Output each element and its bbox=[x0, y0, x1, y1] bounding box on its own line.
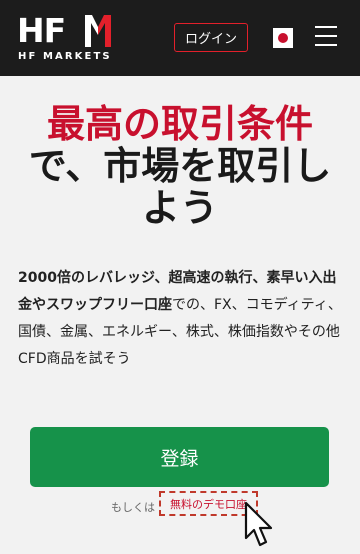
hero-line-3: よう bbox=[141, 186, 218, 230]
hamburger-menu-icon[interactable] bbox=[315, 26, 337, 48]
mouse-pointer-icon bbox=[244, 501, 273, 547]
login-button[interactable]: ログイン bbox=[174, 23, 248, 52]
or-label: もしくは bbox=[111, 501, 155, 514]
logo-letters: HF bbox=[17, 11, 66, 50]
hero-heading: 最高の取引条件 で、市場を取引し よう bbox=[0, 103, 360, 229]
flag-circle bbox=[278, 33, 288, 43]
site-header: HF HF MARKETS ログイン bbox=[0, 0, 360, 76]
menu-line bbox=[315, 44, 337, 46]
hfm-logo[interactable]: HF HF MARKETS bbox=[17, 14, 127, 64]
hero-line-2: で、市場を取引し bbox=[28, 144, 332, 188]
logo-mark: HF bbox=[17, 11, 66, 50]
logo-m-icon bbox=[85, 15, 111, 47]
menu-line bbox=[315, 35, 337, 37]
japan-flag-icon[interactable] bbox=[273, 28, 293, 48]
register-button[interactable]: 登録 bbox=[30, 427, 329, 487]
logo-subtitle: HF MARKETS bbox=[18, 51, 112, 62]
alternative-option: もしくは 無料のデモ口座 bbox=[0, 491, 360, 517]
hero-highlight: 最高の取引条件 bbox=[46, 102, 313, 146]
menu-line bbox=[315, 26, 337, 28]
hero-description: 2000倍のレバレッジ、超高速の執行、素早い入出金やスワップフリー口座での、FX… bbox=[18, 265, 348, 373]
